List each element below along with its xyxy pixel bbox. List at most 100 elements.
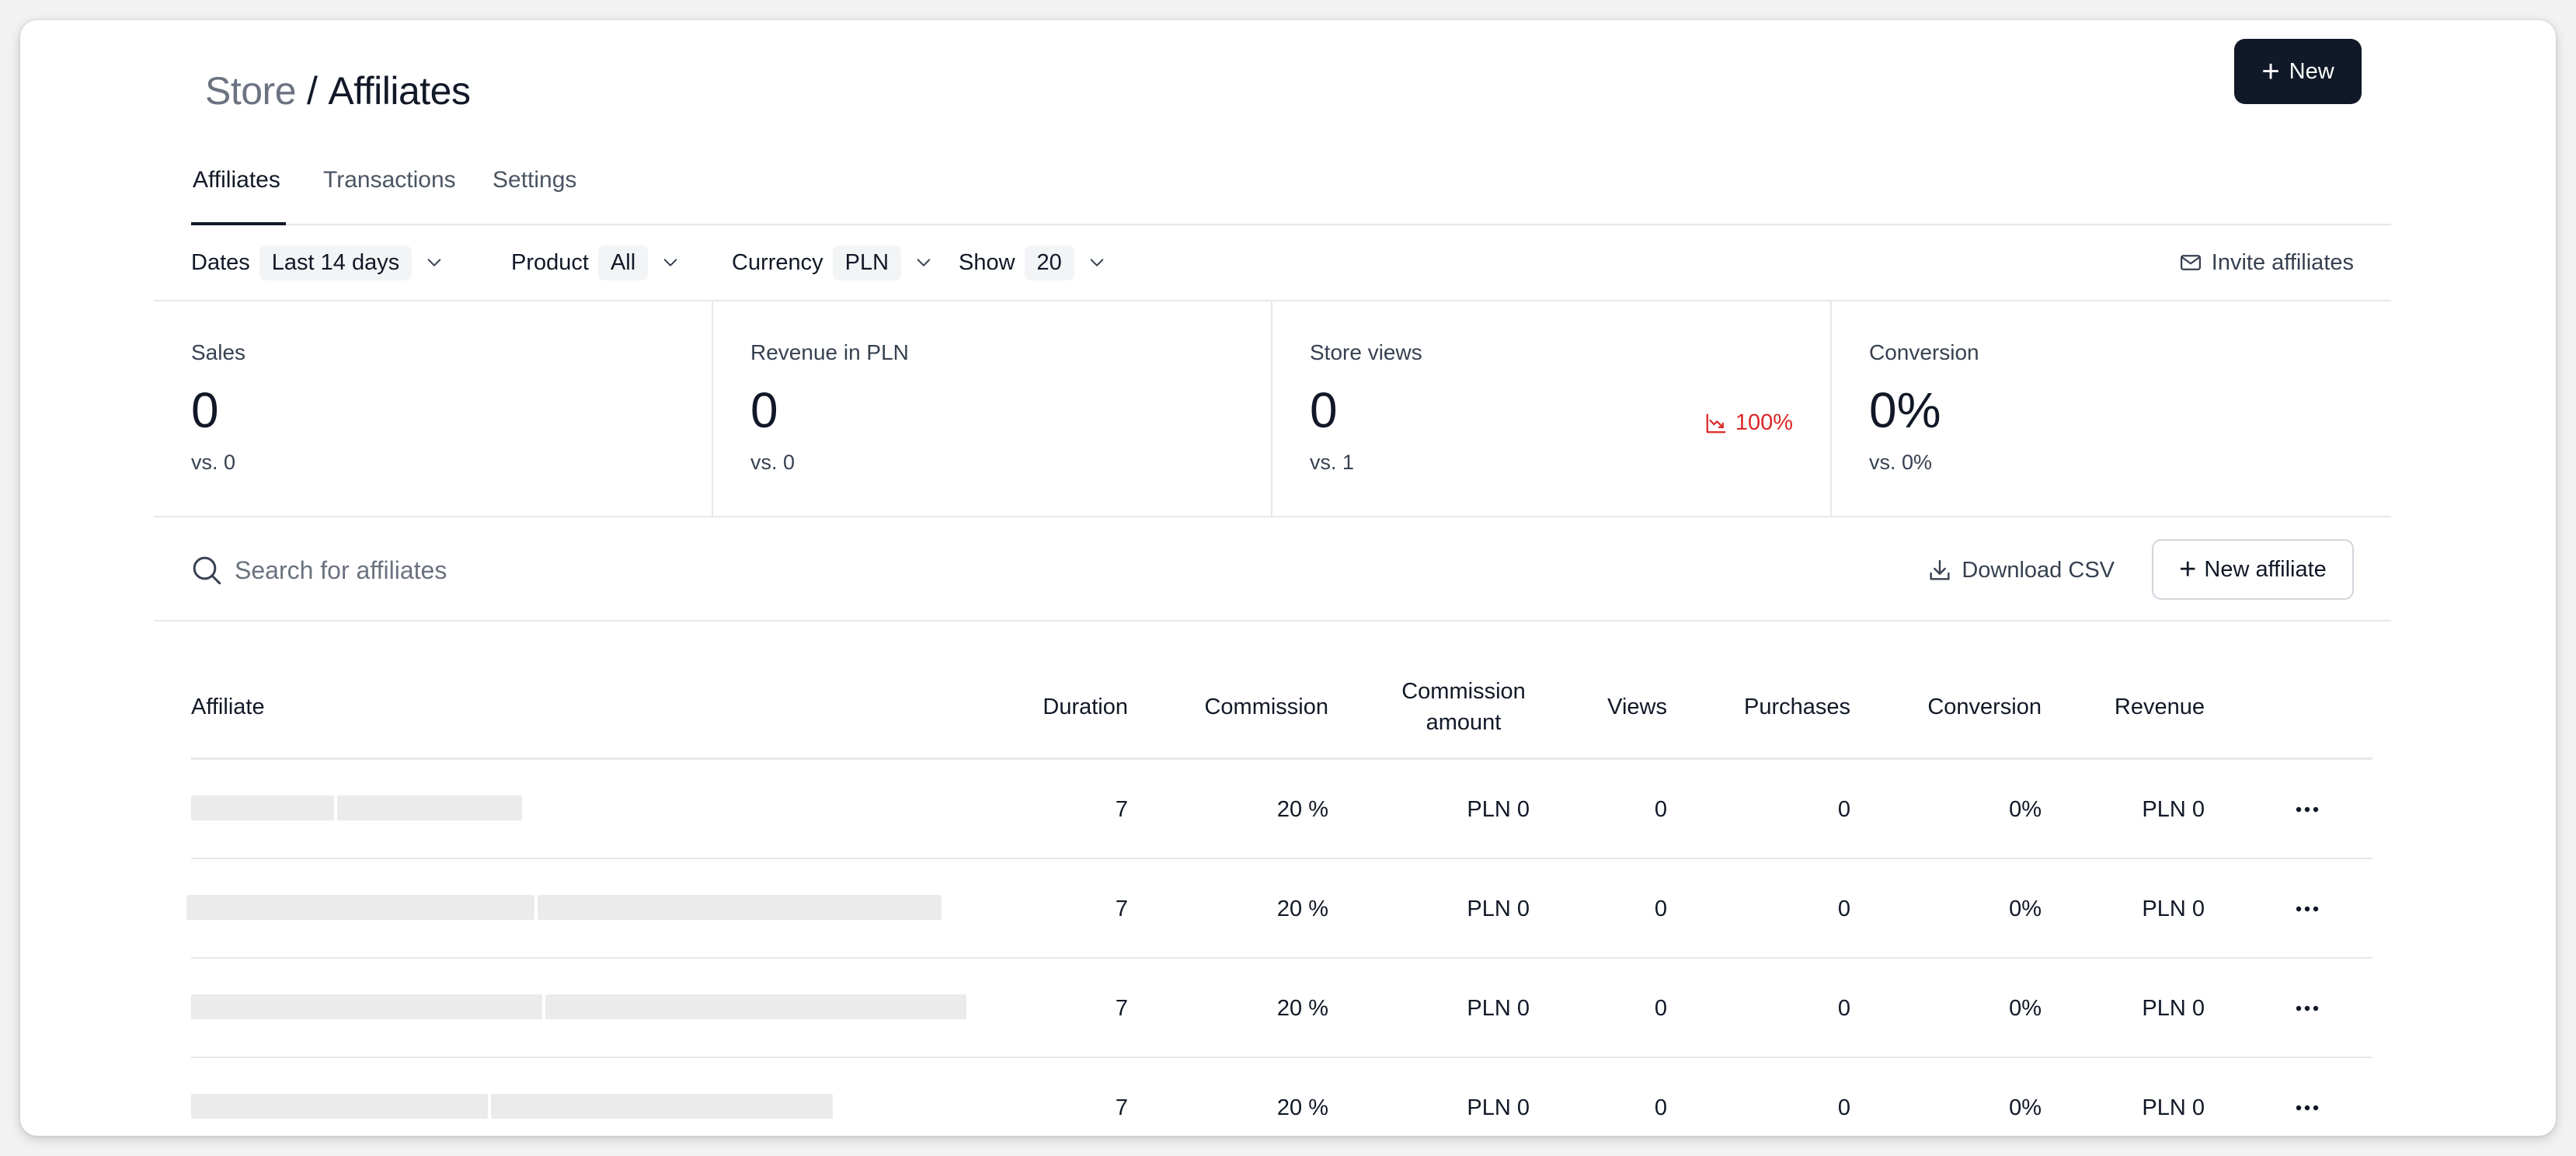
currency-filter-value: PLN — [832, 245, 902, 280]
breadcrumb-store-link[interactable]: Store — [205, 69, 297, 113]
cell-revenue: PLN 0 — [2142, 797, 2205, 822]
chevron-down-icon — [1090, 259, 1104, 266]
stat-label: Sales — [191, 340, 246, 364]
main-content: Store / Affiliates + New Affiliates Transa… — [154, 20, 2391, 1136]
stat-comparison: vs. 0% — [1869, 451, 1933, 474]
column-header-commission-amount-line1: Commission — [1401, 679, 1526, 704]
loading-placeholder — [337, 796, 522, 820]
cell-commission-amount: PLN 0 — [1467, 1095, 1530, 1120]
dates-filter[interactable]: Dates Last 14 days — [191, 244, 443, 281]
tab-settings[interactable]: Settings — [491, 158, 578, 225]
chevron-down-icon — [917, 259, 931, 266]
new-button-label: New — [2289, 58, 2334, 84]
stat-value: 0 — [750, 382, 778, 438]
row-actions-button[interactable] — [2289, 990, 2326, 1027]
cell-purchases: 0 — [1837, 797, 1850, 822]
column-header-views[interactable]: Views — [1607, 691, 1667, 722]
plus-icon: + — [2261, 54, 2280, 89]
breadcrumb: Store / Affiliates — [205, 65, 471, 117]
cell-commission: 20 % — [1276, 897, 1328, 921]
affiliates-table: Affiliate Duration Commission Commission… — [186, 670, 2372, 1136]
column-header-purchases[interactable]: Purchases — [1744, 691, 1850, 722]
show-filter-label: Show — [959, 249, 1015, 275]
more-horizontal-icon — [2296, 1105, 2319, 1111]
tab-transactions[interactable]: Transactions — [322, 158, 458, 225]
product-filter-value: All — [597, 245, 649, 280]
invite-affiliates-label: Invite affiliates — [2211, 249, 2354, 275]
column-header-duration[interactable]: Duration — [1043, 691, 1128, 722]
trend-value: 100% — [1735, 410, 1793, 435]
download-csv-label: Download CSV — [1962, 557, 2115, 583]
currency-filter[interactable]: Currency PLN — [732, 244, 932, 281]
more-horizontal-icon — [2296, 1005, 2319, 1012]
search-toolbar: Download CSV + New affiliate — [154, 517, 2391, 622]
new-affiliate-label: New affiliate — [2204, 556, 2327, 582]
table-row[interactable]: 7 20 % PLN 0 0 0 0% PLN 0 — [191, 1058, 2372, 1136]
new-button[interactable]: + New — [2234, 39, 2362, 104]
cell-revenue: PLN 0 — [2142, 897, 2205, 921]
loading-placeholder — [186, 895, 534, 920]
show-filter[interactable]: Show 20 — [959, 244, 1105, 281]
cell-commission: 20 % — [1276, 1095, 1328, 1120]
chevron-down-icon — [427, 259, 441, 266]
row-actions-button[interactable] — [2289, 791, 2326, 828]
new-affiliate-button[interactable]: + New affiliate — [2152, 539, 2354, 600]
table-row[interactable]: 7 20 % PLN 0 0 0 0% PLN 0 — [191, 760, 2372, 859]
row-actions-button[interactable] — [2289, 1089, 2326, 1126]
cell-commission-amount: PLN 0 — [1467, 897, 1530, 921]
stat-comparison: vs. 1 — [1310, 451, 1355, 474]
cell-commission: 20 % — [1276, 996, 1328, 1021]
cell-views: 0 — [1654, 897, 1667, 921]
cell-revenue: PLN 0 — [2142, 1095, 2205, 1120]
product-filter-label: Product — [511, 249, 589, 275]
breadcrumb-separator: / — [307, 69, 318, 113]
stat-value: 0 — [191, 382, 219, 438]
product-filter[interactable]: Product All — [511, 244, 679, 281]
download-csv-button[interactable]: Download CSV — [1927, 548, 2115, 592]
column-header-revenue[interactable]: Revenue — [2115, 691, 2205, 722]
column-header-commission[interactable]: Commission — [1204, 691, 1328, 722]
table-header: Affiliate Duration Commission Commission… — [191, 670, 2372, 760]
cell-views: 0 — [1654, 797, 1667, 822]
cell-purchases: 0 — [1837, 897, 1850, 921]
cell-commission-amount: PLN 0 — [1467, 996, 1530, 1021]
tab-affiliates[interactable]: Affiliates — [191, 158, 286, 225]
stat-conversion: Conversion 0% vs. 0% — [1832, 301, 2391, 517]
stat-label: Conversion — [1869, 340, 1979, 364]
stat-sales: Sales 0 vs. 0 — [154, 301, 713, 517]
invite-affiliates-button[interactable]: Invite affiliates — [2179, 244, 2354, 281]
cell-duration: 7 — [1115, 1095, 1128, 1120]
table-row[interactable]: 7 20 % PLN 0 0 0 0% PLN 0 — [191, 959, 2372, 1058]
column-header-conversion[interactable]: Conversion — [1927, 691, 2042, 722]
stat-revenue: Revenue in PLN 0 vs. 0 — [713, 301, 1272, 517]
search-input[interactable] — [235, 548, 934, 592]
cell-conversion: 0% — [2009, 897, 2042, 921]
loading-placeholder — [491, 1094, 833, 1119]
column-header-commission-amount-line2: amount — [1426, 710, 1502, 735]
table-row[interactable]: 7 20 % PLN 0 0 0 0% PLN 0 — [186, 859, 2372, 959]
column-header-affiliate[interactable]: Affiliate — [191, 691, 265, 722]
page-title: Affiliates — [328, 69, 471, 113]
filter-bar: Dates Last 14 days Product All Currency … — [154, 225, 2391, 301]
loading-placeholder — [191, 1094, 488, 1119]
cell-conversion: 0% — [2009, 996, 2042, 1021]
cell-revenue: PLN 0 — [2142, 996, 2205, 1021]
stat-comparison: vs. 0 — [191, 451, 236, 474]
loading-placeholder — [191, 994, 542, 1019]
search-icon — [193, 556, 221, 585]
trend-badge: 100% — [1704, 410, 1793, 436]
row-actions-button[interactable] — [2289, 890, 2326, 928]
cell-commission-amount: PLN 0 — [1467, 797, 1530, 822]
show-filter-value: 20 — [1024, 245, 1074, 280]
more-horizontal-icon — [2296, 906, 2319, 912]
column-header-commission-amount[interactable]: Commission amount — [1386, 676, 1541, 738]
currency-filter-label: Currency — [732, 249, 823, 275]
cell-commission: 20 % — [1276, 797, 1328, 822]
stat-value: 0 — [1310, 382, 1338, 438]
cell-conversion: 0% — [2009, 797, 2042, 822]
cell-duration: 7 — [1115, 797, 1128, 822]
stats-panel: Sales 0 vs. 0 Revenue in PLN 0 vs. 0 Sto… — [154, 301, 2391, 517]
loading-placeholder — [545, 994, 966, 1019]
app-window: Store / Affiliates + New Affiliates Transa… — [20, 20, 2556, 1136]
stat-label: Store views — [1310, 340, 1422, 364]
